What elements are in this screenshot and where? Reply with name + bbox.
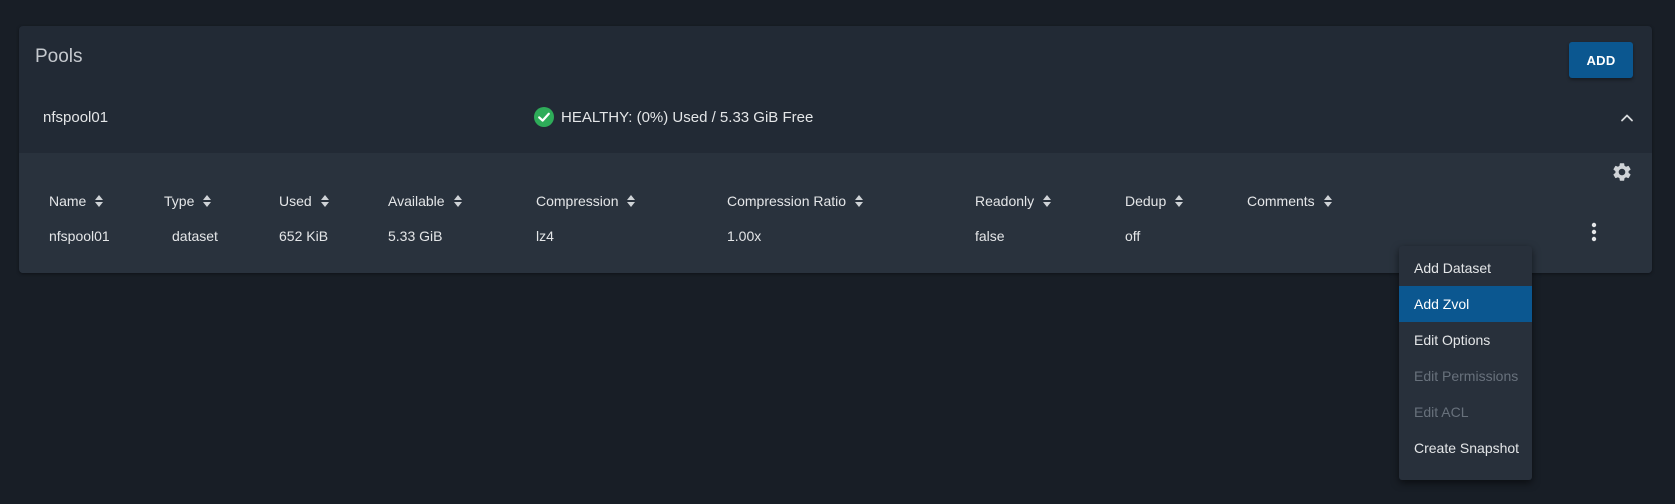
column-header-label: Type (164, 193, 195, 209)
menu-item-edit-acl[interactable]: Edit ACL (1399, 394, 1532, 430)
cell-name: nfspool01 (49, 228, 110, 244)
column-header-available[interactable]: Available (388, 193, 463, 209)
pool-header-row[interactable]: nfspool01 HEALTHY: (0%) Used / 5.33 GiB … (19, 91, 1652, 145)
menu-item-add-zvol[interactable]: Add Zvol (1399, 286, 1532, 322)
sort-icon (95, 195, 104, 207)
column-header-compression[interactable]: Compression (536, 193, 636, 209)
menu-item-create-snapshot[interactable]: Create Snapshot (1399, 430, 1532, 466)
column-header-dedup[interactable]: Dedup (1125, 193, 1184, 209)
menu-item-add-dataset[interactable]: Add Dataset (1399, 250, 1532, 286)
cell-dedup: off (1125, 228, 1141, 244)
cell-type: dataset (172, 228, 218, 244)
column-header-label: Readonly (975, 193, 1035, 209)
gear-icon[interactable] (1611, 161, 1633, 183)
dataset-actions-menu: Add Dataset Add Zvol Edit Options Edit P… (1399, 246, 1532, 480)
menu-item-edit-permissions[interactable]: Edit Permissions (1399, 358, 1532, 394)
cell-compression-ratio: 1.00x (727, 228, 762, 244)
column-header-label: Compression Ratio (727, 193, 847, 209)
column-header-name[interactable]: Name (49, 193, 104, 209)
sort-icon (203, 195, 212, 207)
sort-icon (627, 195, 636, 207)
cell-used: 652 KiB (279, 228, 329, 244)
column-header-comments[interactable]: Comments (1247, 193, 1333, 209)
column-header-used[interactable]: Used (279, 193, 330, 209)
pool-status: HEALTHY: (0%) Used / 5.33 GiB Free (534, 105, 813, 129)
sort-icon (1175, 195, 1184, 207)
check-circle-icon (534, 107, 554, 127)
column-header-compression-ratio[interactable]: Compression Ratio (727, 193, 864, 209)
pool-name: nfspool01 (43, 109, 109, 126)
column-header-label: Compression (536, 193, 619, 209)
sort-icon (1043, 195, 1052, 207)
sort-icon (855, 195, 864, 207)
column-header-label: Available (388, 193, 445, 209)
page-title: Pools (35, 46, 83, 67)
sort-icon (320, 195, 329, 207)
chevron-up-icon[interactable] (1618, 109, 1636, 127)
add-pool-button[interactable]: ADD (1569, 42, 1633, 78)
sort-icon (453, 195, 462, 207)
cell-compression: lz4 (536, 228, 554, 244)
sort-icon (1323, 195, 1332, 207)
more-vertical-icon[interactable] (1584, 220, 1604, 244)
menu-item-edit-options[interactable]: Edit Options (1399, 322, 1532, 358)
column-header-type[interactable]: Type (164, 193, 212, 209)
pool-status-text: HEALTHY: (0%) Used / 5.33 GiB Free (561, 108, 814, 126)
column-header-label: Used (279, 193, 312, 209)
cell-readonly: false (975, 228, 1005, 244)
cell-available: 5.33 GiB (388, 228, 443, 244)
column-header-label: Comments (1247, 193, 1315, 209)
column-header-readonly[interactable]: Readonly (975, 193, 1052, 209)
pools-card: Pools ADD nfspool01 HEALTHY: (0%) Used /… (19, 26, 1652, 273)
column-header-label: Name (49, 193, 87, 209)
column-header-label: Dedup (1125, 193, 1167, 209)
